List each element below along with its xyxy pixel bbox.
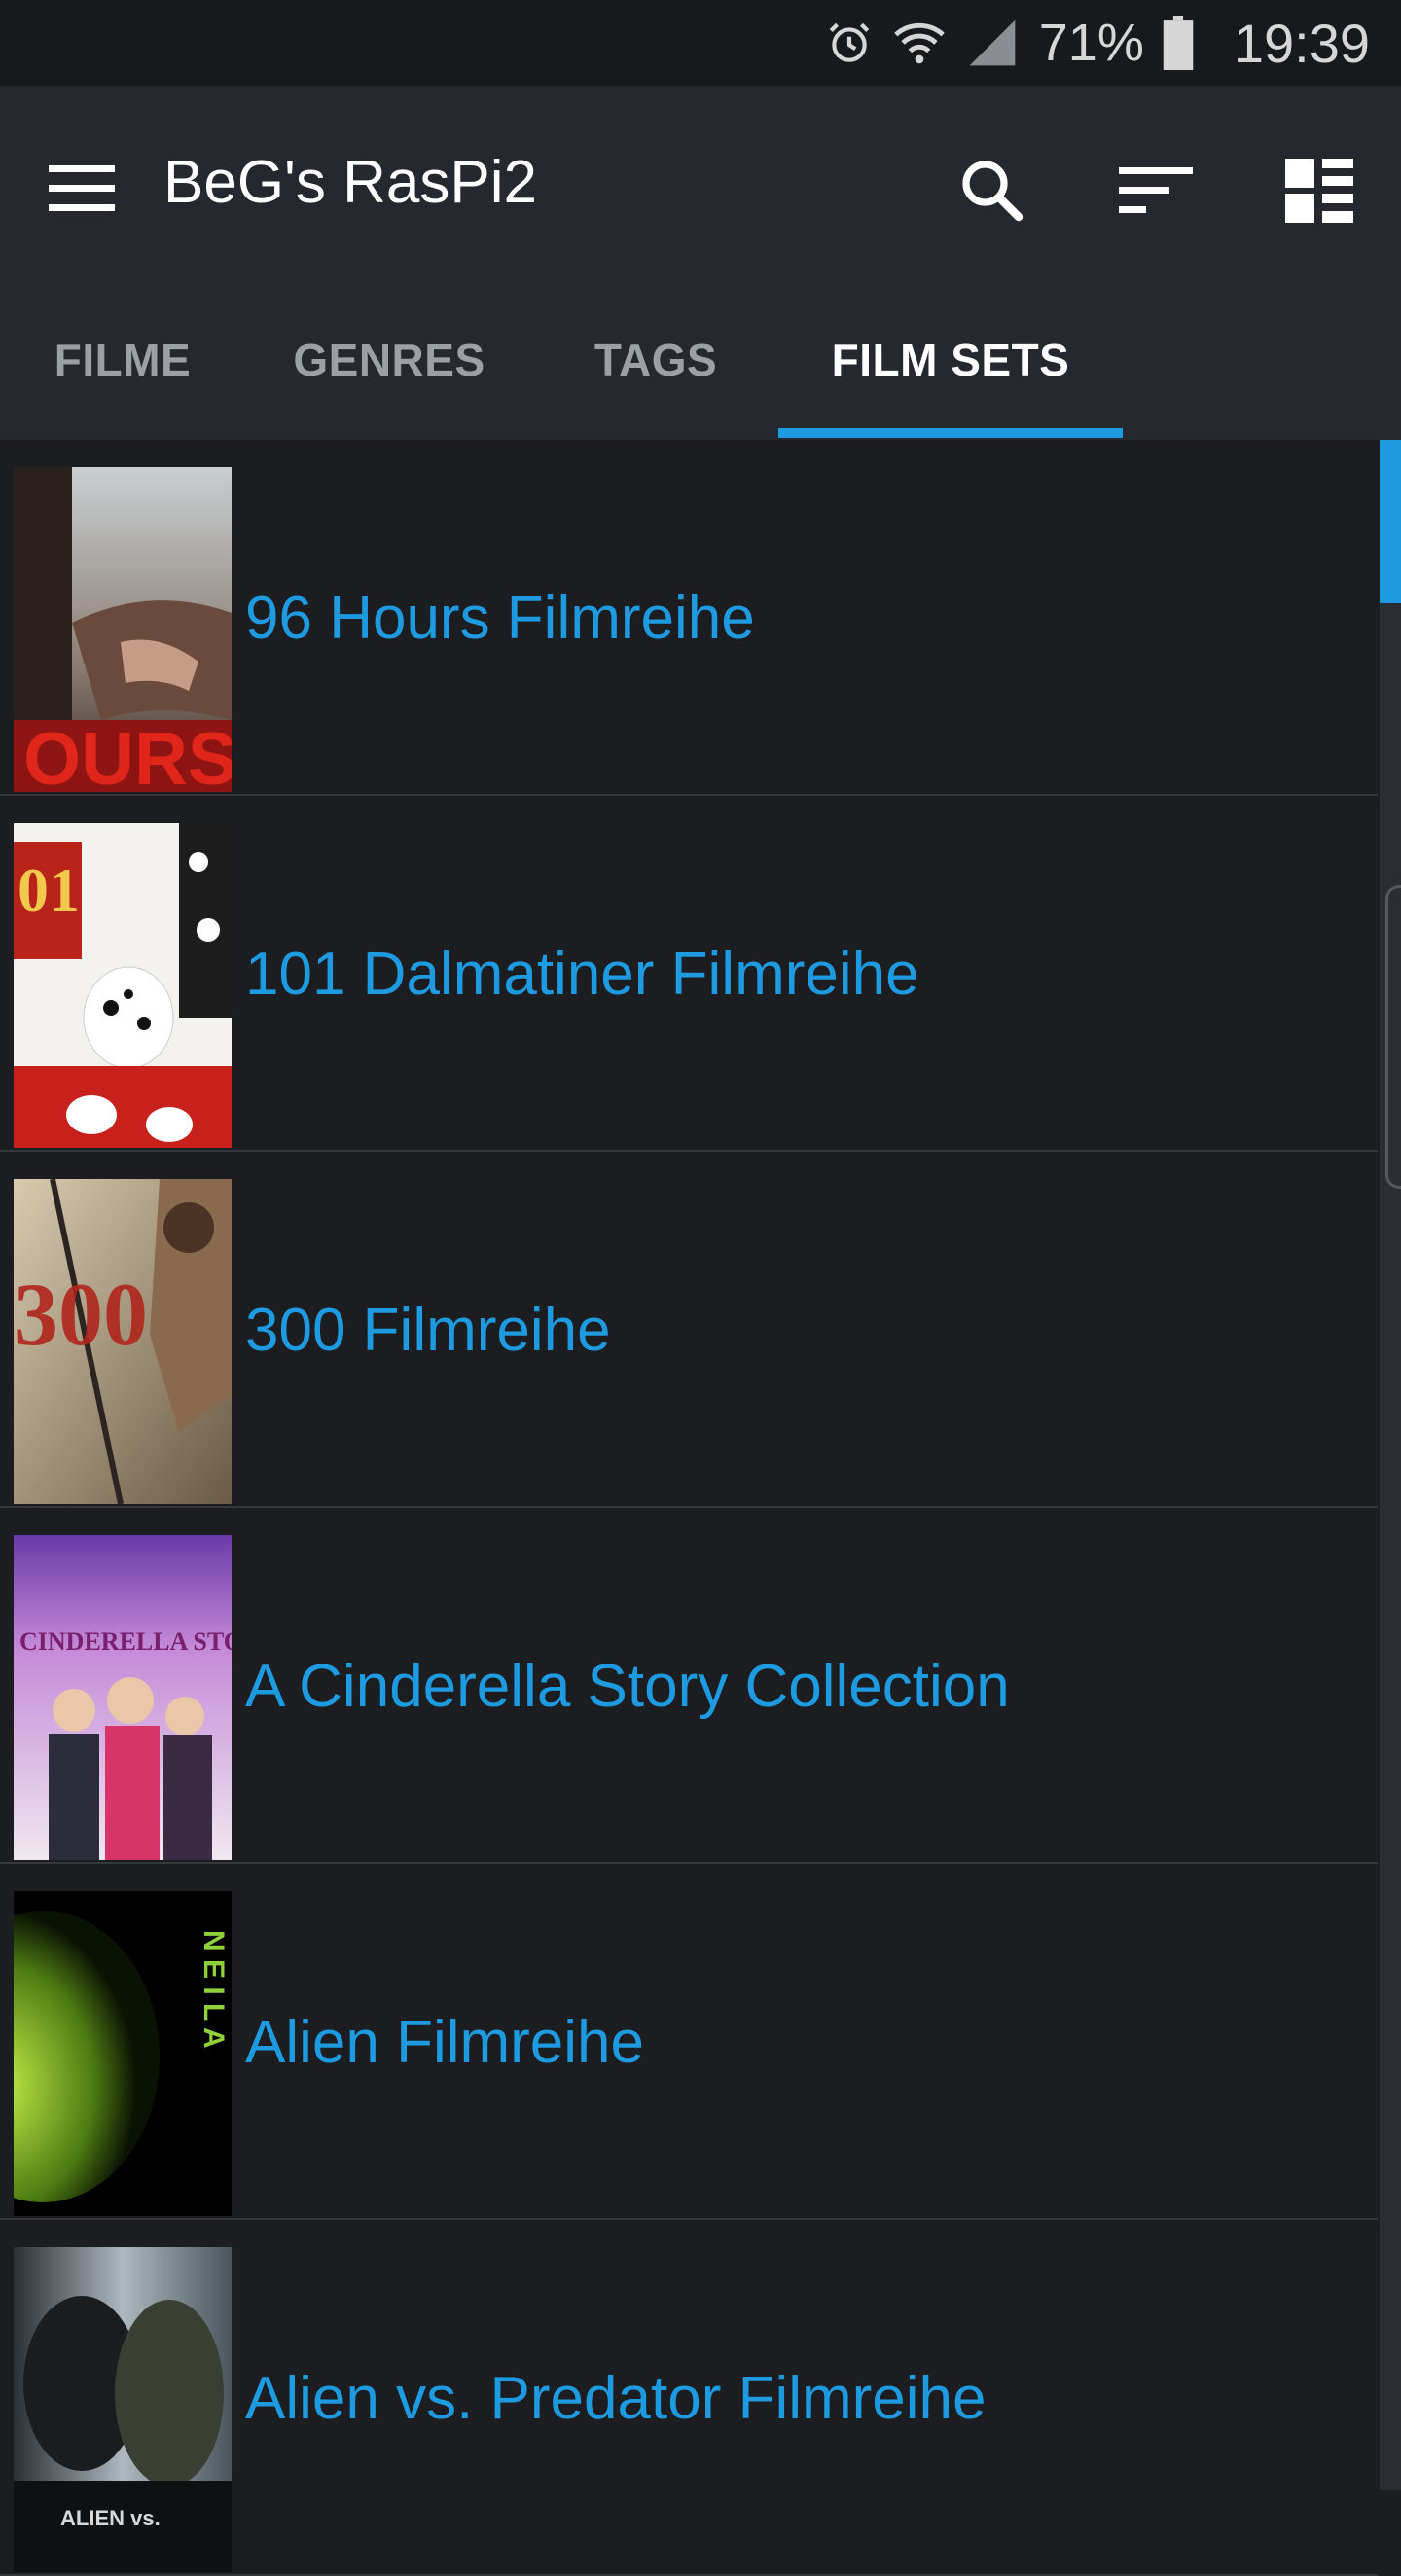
poster-thumbnail: N E I L A: [14, 1891, 232, 2216]
sort-icon[interactable]: [1109, 144, 1203, 237]
status-bar: 71% 19:39: [0, 0, 1401, 86]
poster-thumbnail: CINDERELLA STORY: [14, 1535, 232, 1860]
svg-text:OURS: OURS: [23, 718, 232, 792]
tab-genres[interactable]: GENRES: [274, 280, 504, 440]
poster-thumbnail: ALIEN vs.: [14, 2247, 232, 2572]
svg-text:CINDERELLA STORY: CINDERELLA STORY: [19, 1628, 232, 1656]
tab-bar: FILME GENRES TAGS FILM SETS: [0, 280, 1401, 440]
film-set-title: A Cinderella Story Collection: [245, 1652, 1010, 1720]
active-tab-indicator: [778, 428, 1123, 438]
app-bar: BeG's RasPi2: [0, 86, 1401, 280]
edge-panel-handle[interactable]: [1385, 885, 1401, 1189]
battery-percent: 71%: [1038, 14, 1144, 72]
clock: 19:39: [1233, 12, 1370, 74]
svg-text:300: 300: [14, 1265, 148, 1364]
scrollbar-track[interactable]: [1380, 440, 1401, 2490]
search-icon[interactable]: [946, 144, 1039, 237]
poster-thumbnail: 01: [14, 823, 232, 1148]
svg-text:N E I L A: N E I L A: [198, 1930, 230, 2049]
poster-thumbnail: 300: [14, 1179, 232, 1504]
film-set-list: OURS 96 Hours Filmreihe 01 101 Dalmatine…: [0, 440, 1378, 2576]
poster-thumbnail: OURS: [14, 467, 232, 792]
film-set-title: Alien vs. Predator Filmreihe: [245, 2364, 987, 2432]
list-item[interactable]: 300 300 Filmreihe: [0, 1152, 1378, 1508]
alarm-icon: [825, 18, 874, 67]
svg-text:01: 01: [18, 855, 80, 924]
tab-tags[interactable]: TAGS: [572, 280, 739, 440]
view-mode-icon[interactable]: [1273, 144, 1366, 237]
svg-text:ALIEN vs.: ALIEN vs.: [60, 2506, 161, 2530]
tab-filme[interactable]: FILME: [19, 280, 226, 440]
app-title: BeG's RasPi2: [163, 149, 537, 216]
film-set-title: Alien Filmreihe: [245, 2008, 645, 2076]
signal-icon: [965, 16, 1020, 70]
menu-icon[interactable]: [43, 150, 121, 228]
list-item[interactable]: 01 101 Dalmatiner Filmreihe: [0, 796, 1378, 1152]
list-item[interactable]: N E I L A Alien Filmreihe: [0, 1864, 1378, 2220]
tab-film-sets[interactable]: FILM SETS: [778, 280, 1123, 440]
film-set-title: 101 Dalmatiner Filmreihe: [245, 940, 919, 1008]
list-item[interactable]: CINDERELLA STORY A Cinderella Story Coll…: [0, 1508, 1378, 1864]
scrollbar-thumb[interactable]: [1380, 440, 1401, 603]
list-item[interactable]: OURS 96 Hours Filmreihe: [0, 440, 1378, 796]
wifi-icon: [891, 15, 948, 71]
film-set-title: 96 Hours Filmreihe: [245, 584, 755, 652]
film-set-title: 300 Filmreihe: [245, 1296, 611, 1364]
battery-icon: [1162, 16, 1195, 70]
list-item[interactable]: ALIEN vs. Alien vs. Predator Filmreihe: [0, 2220, 1378, 2576]
